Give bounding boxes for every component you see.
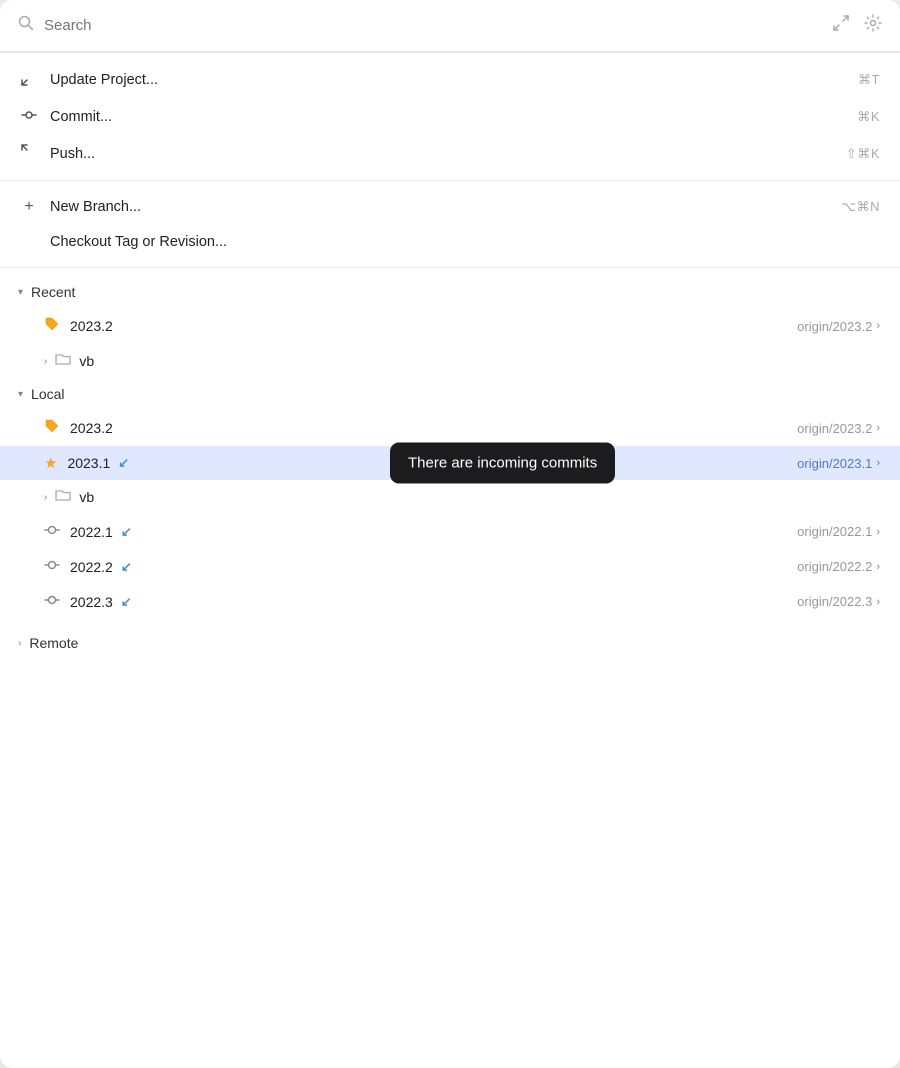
- branch-commit-icon: [44, 522, 60, 541]
- folder-icon: [55, 488, 71, 506]
- folder-name-text: vb: [79, 489, 94, 505]
- local-folder-vb[interactable]: › vb: [0, 480, 900, 514]
- local-branch-2022.3[interactable]: 2022.3 ↙ origin/2022.3 ›: [0, 584, 900, 619]
- commit-shortcut: ⌘K: [857, 109, 880, 125]
- branch-origin: origin/2023.2 ›: [797, 421, 880, 436]
- search-icon: [18, 15, 34, 36]
- branch-origin: origin/2023.1 ›: [797, 456, 880, 471]
- commit-button[interactable]: Commit... ⌘K: [0, 98, 900, 135]
- new-branch-button[interactable]: + New Branch... ⌥⌘N: [0, 189, 900, 225]
- incoming-commits-arrow-icon: ↙: [118, 455, 129, 471]
- local-chevron-down-icon: ▾: [18, 389, 23, 400]
- folder-icon: [55, 352, 71, 370]
- tag-icon: [44, 316, 60, 336]
- menu-section-2: + New Branch... ⌥⌘N Checkout Tag or Revi…: [0, 181, 900, 267]
- origin-arrow-icon: ›: [876, 422, 880, 434]
- commit-icon: [20, 107, 38, 126]
- search-input[interactable]: [44, 17, 822, 34]
- local-section-label: Local: [31, 386, 64, 402]
- commit-label: Commit...: [50, 109, 112, 125]
- branch-list: ▾ Recent 2023.2 origin/2023.2 › ›: [0, 268, 900, 1068]
- remote-section-label: Remote: [29, 635, 78, 651]
- branch-origin: origin/2022.1 ›: [797, 524, 880, 539]
- checkout-tag-label: Checkout Tag or Revision...: [50, 234, 227, 250]
- local-branch-2022.1[interactable]: 2022.1 ↙ origin/2022.1 ›: [0, 514, 900, 549]
- recent-section-label: Recent: [31, 284, 75, 300]
- branch-origin-text: origin/2022.1: [797, 524, 872, 539]
- origin-arrow-icon: ›: [876, 526, 880, 538]
- branch-commit-icon: [44, 557, 60, 576]
- star-icon: ★: [44, 454, 57, 472]
- folder-chevron-right-icon: ›: [44, 356, 47, 367]
- incoming-commits-arrow-icon: ↙: [121, 524, 132, 540]
- update-project-label: Update Project...: [50, 72, 158, 88]
- local-branch-2022.2[interactable]: 2022.2 ↙ origin/2022.2 ›: [0, 549, 900, 584]
- local-section-header[interactable]: ▾ Local: [0, 378, 900, 410]
- new-branch-shortcut: ⌥⌘N: [841, 199, 880, 215]
- menu-section-1: Update Project... ⌘T Commit... ⌘K: [0, 53, 900, 180]
- update-project-button[interactable]: Update Project... ⌘T: [0, 61, 900, 98]
- origin-arrow-icon: ›: [876, 320, 880, 332]
- push-label: Push...: [50, 146, 95, 162]
- local-branch-2023.1[interactable]: ★ 2023.1 ↙ origin/2023.1 › There are inc…: [0, 446, 900, 480]
- recent-chevron-down-icon: ▾: [18, 287, 23, 298]
- incoming-commits-arrow-icon: ↙: [121, 594, 132, 610]
- main-window: Update Project... ⌘T Commit... ⌘K: [0, 0, 900, 1068]
- branch-origin: origin/2022.2 ›: [797, 559, 880, 574]
- checkout-tag-button[interactable]: Checkout Tag or Revision...: [0, 225, 900, 259]
- recent-branch-2023.2[interactable]: 2023.2 origin/2023.2 ›: [0, 308, 900, 344]
- branch-origin: origin/2023.2 ›: [797, 319, 880, 334]
- remote-section-header[interactable]: › Remote: [0, 627, 900, 659]
- gear-icon[interactable]: [864, 14, 882, 37]
- local-branch-2023.2[interactable]: 2023.2 origin/2023.2 ›: [0, 410, 900, 446]
- new-branch-icon: +: [20, 198, 38, 216]
- branch-origin-text: origin/2023.2: [797, 421, 872, 436]
- origin-arrow-icon: ›: [876, 561, 880, 573]
- branch-name-text: 2022.2: [70, 559, 113, 575]
- branch-origin: origin/2022.3 ›: [797, 594, 880, 609]
- resize-icon[interactable]: [832, 14, 850, 37]
- search-bar: [0, 0, 900, 52]
- folder-name-text: vb: [79, 353, 94, 369]
- branch-name-text: 2022.1: [70, 524, 113, 540]
- remote-chevron-right-icon: ›: [18, 638, 21, 649]
- origin-arrow-icon: ›: [876, 457, 880, 469]
- push-icon: [20, 144, 38, 163]
- branch-origin-text: origin/2023.1: [797, 456, 872, 471]
- folder-chevron-right-icon: ›: [44, 492, 47, 503]
- search-actions: [832, 14, 882, 37]
- branch-origin-text: origin/2023.2: [797, 319, 872, 334]
- remote-section: › Remote: [0, 619, 900, 675]
- update-project-shortcut: ⌘T: [858, 72, 880, 88]
- branch-name-text: 2023.1: [67, 455, 110, 471]
- push-button[interactable]: Push... ⇧⌘K: [0, 135, 900, 172]
- push-shortcut: ⇧⌘K: [846, 146, 880, 162]
- origin-arrow-icon: ›: [876, 596, 880, 608]
- recent-section-header[interactable]: ▾ Recent: [0, 276, 900, 308]
- branch-name-text: 2023.2: [70, 318, 113, 334]
- branch-origin-text: origin/2022.3: [797, 594, 872, 609]
- recent-folder-vb[interactable]: › vb: [0, 344, 900, 378]
- branch-name-text: 2023.2: [70, 420, 113, 436]
- branch-name-text: 2022.3: [70, 594, 113, 610]
- incoming-commits-arrow-icon: ↙: [121, 559, 132, 575]
- tag-icon: [44, 418, 60, 438]
- branch-origin-text: origin/2022.2: [797, 559, 872, 574]
- branch-commit-icon: [44, 592, 60, 611]
- new-branch-label: New Branch...: [50, 199, 141, 215]
- update-project-icon: [20, 70, 38, 89]
